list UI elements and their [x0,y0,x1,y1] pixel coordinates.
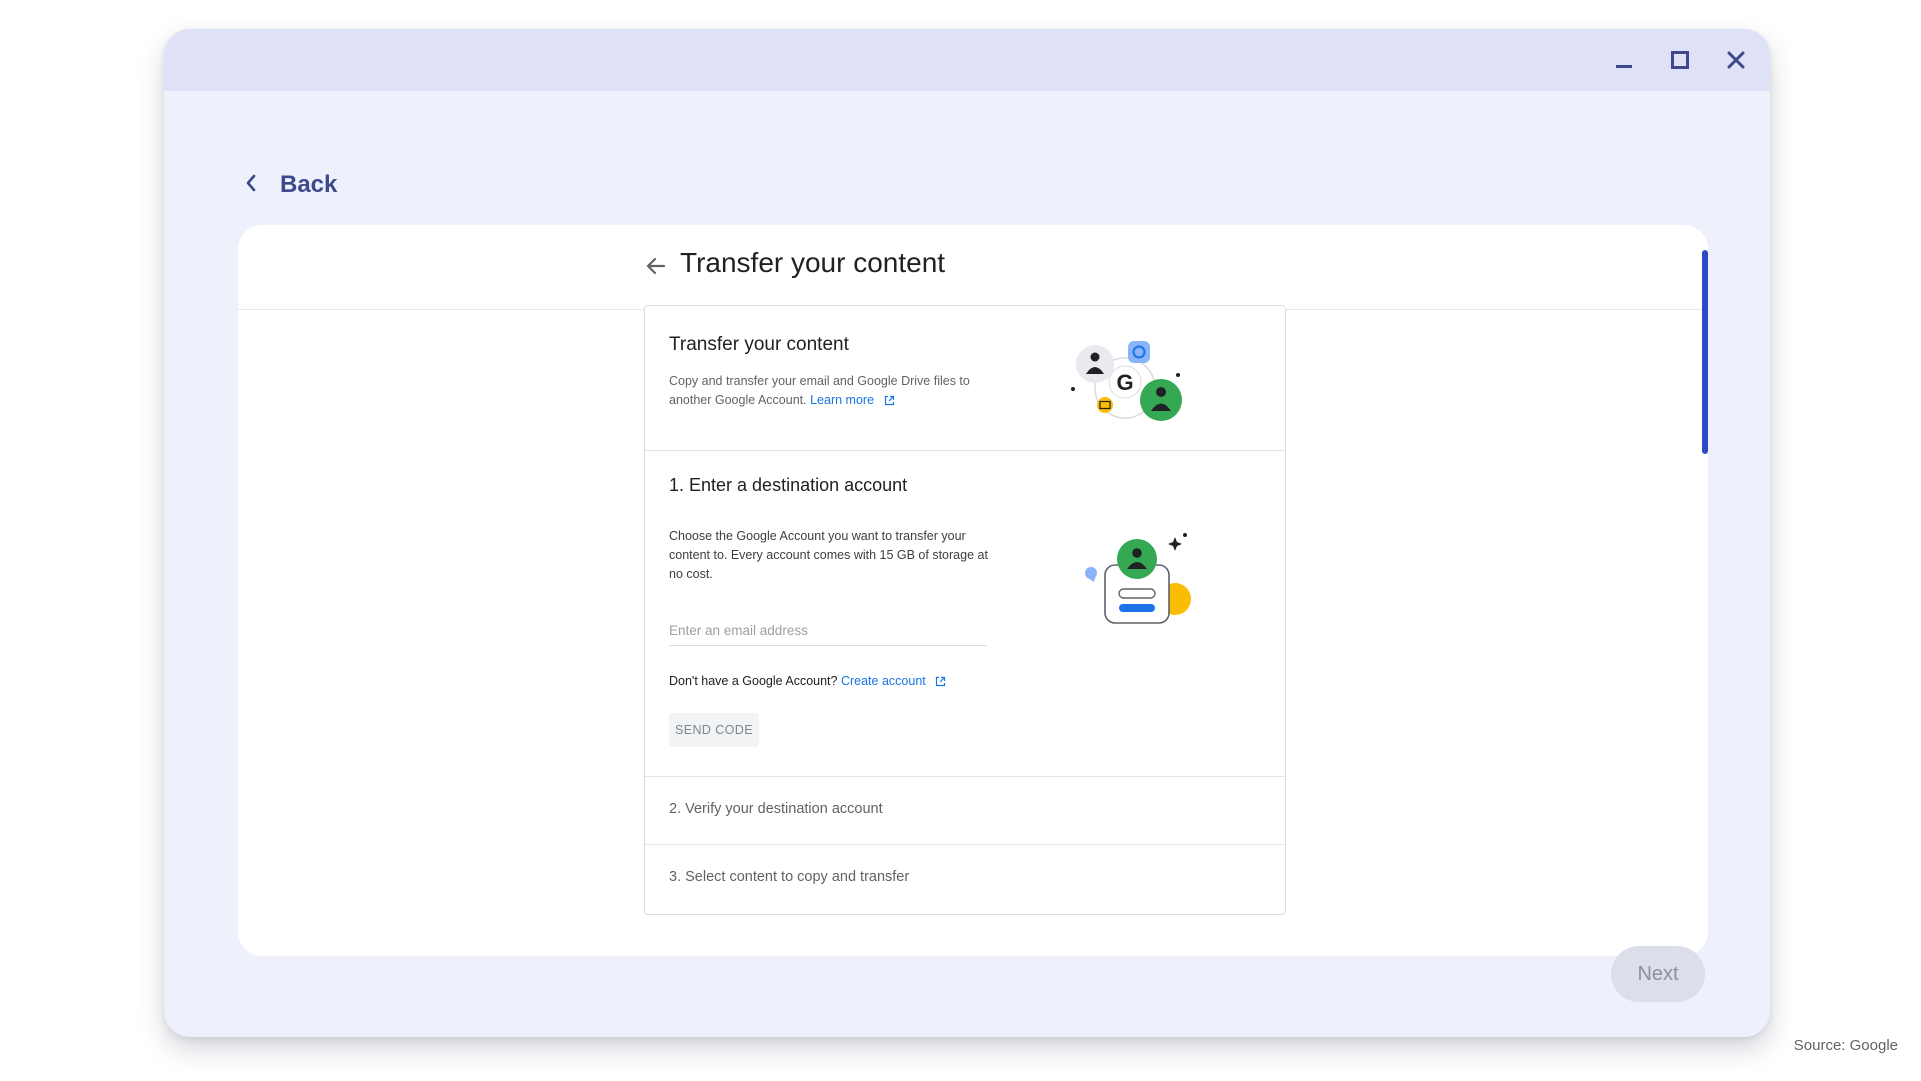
step3-section[interactable]: 3. Select content to copy and transfer [645,845,1285,914]
step1-section: 1. Enter a destination account Choose th… [645,451,1285,777]
step1-heading: 1. Enter a destination account [669,475,907,496]
send-code-button[interactable]: SEND CODE [669,713,759,747]
source-note: Source: Google [1794,1037,1898,1054]
minimize-icon[interactable] [1604,40,1644,80]
step3-label: 3. Select content to copy and transfer [669,869,909,885]
close-icon[interactable] [1716,40,1756,80]
learn-more-link[interactable]: Learn more [810,393,874,407]
intro-heading: Transfer your content [669,334,849,356]
transfer-card: Transfer your content Copy and transfer … [644,305,1286,915]
chevron-left-icon [244,173,258,198]
intro-section: Transfer your content Copy and transfer … [645,306,1285,451]
no-account-line: Don't have a Google Account? Create acco… [669,674,946,690]
app-window: Back Transfer your content Transfer your… [164,29,1770,1037]
title-bar [164,29,1770,91]
step2-section[interactable]: 2. Verify your destination account [645,777,1285,845]
email-input[interactable] [669,615,987,646]
destination-account-illustration [1081,529,1193,631]
scrollbar-thumb[interactable] [1702,250,1708,454]
maximize-icon[interactable] [1660,40,1700,80]
arrow-back-icon[interactable] [643,253,669,279]
create-account-link[interactable]: Create account [841,674,926,688]
step1-description: Choose the Google Account you want to tr… [669,527,999,584]
content-panel: Transfer your content Transfer your cont… [238,225,1708,956]
no-account-text: Don't have a Google Account? [669,674,837,688]
intro-description: Copy and transfer your email and Google … [669,372,1009,412]
panel-header: Transfer your content [238,225,1708,310]
step2-label: 2. Verify your destination account [669,801,883,817]
back-label: Back [280,171,337,199]
next-button[interactable]: Next [1611,946,1705,1002]
external-link-icon[interactable] [935,676,946,690]
svg-text:G: G [1116,370,1133,395]
external-link-icon[interactable] [884,393,895,412]
back-button[interactable]: Back [244,165,337,205]
page-title: Transfer your content [680,247,945,279]
account-transfer-illustration: G [1069,336,1193,432]
